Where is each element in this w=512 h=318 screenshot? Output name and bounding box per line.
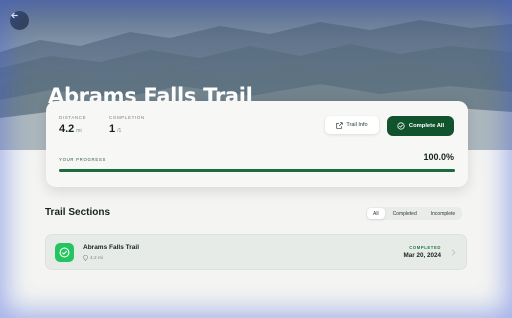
filter-incomplete[interactable]: Incomplete [425,208,461,219]
progress-bar-fill [59,169,455,172]
check-circle-icon [59,247,70,258]
chevron-right-icon [451,249,456,256]
trail-summary-card: DISTANCE 4.2 mi COMPLETION 1/1 Trail Info… [46,101,468,187]
arrow-left-icon [11,12,18,19]
filter-completed[interactable]: Completed [387,208,423,219]
section-name: Abrams Falls Trail [83,244,139,251]
section-filter-tabs: All Completed Incomplete [366,207,463,220]
trail-sections-heading: Trail Sections [45,207,111,218]
completion-total: /1 [117,128,122,134]
completion-label: COMPLETION [109,115,145,120]
trail-info-label: Trail Info [346,122,368,128]
external-link-icon [336,121,344,129]
back-button[interactable] [10,11,29,30]
distance-unit: mi [76,128,82,134]
complete-all-label: Complete All [408,123,445,129]
trail-info-button[interactable]: Trail Info [325,116,379,134]
section-date: Mar 20, 2024 [403,252,441,259]
location-pin-icon [83,255,88,261]
distance-label: DISTANCE [59,115,87,120]
completion-value: 1/1 [109,123,122,135]
progress-value: 100.0% [423,152,454,162]
section-status: COMPLETED [409,245,441,250]
section-status-badge [55,243,74,262]
check-circle-icon [397,122,405,130]
distance-value: 4.2 mi [59,123,82,135]
filter-all[interactable]: All [367,208,385,219]
trail-section-row[interactable]: Abrams Falls Trail 4.2 mi COMPLETED Mar … [45,234,467,270]
progress-label: YOUR PROGRESS [59,157,107,162]
complete-all-button[interactable]: Complete All [387,116,454,136]
progress-bar [59,169,455,172]
section-distance: 4.2 mi [83,255,103,261]
